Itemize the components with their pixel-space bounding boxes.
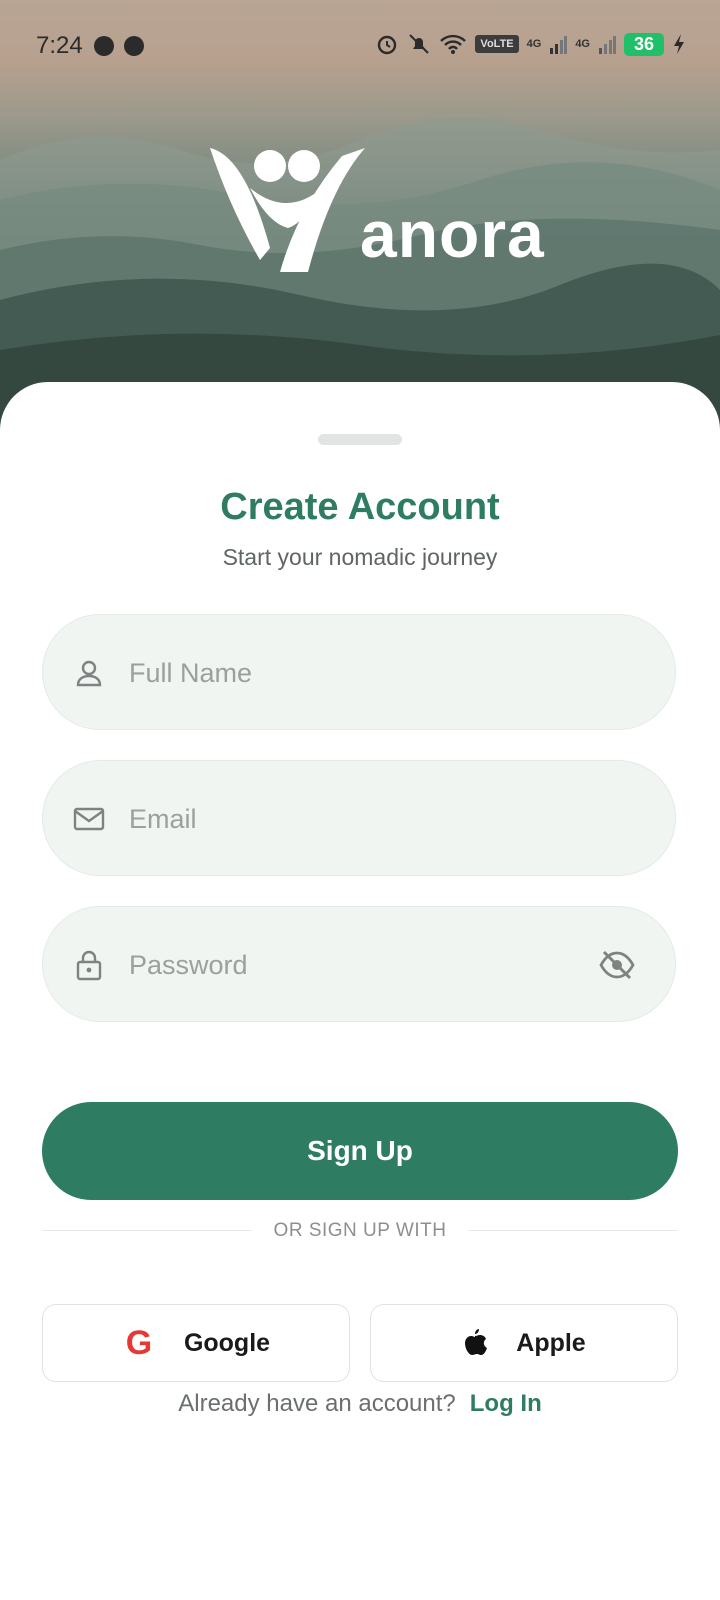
signal-bars-icon (599, 36, 616, 54)
person-icon (76, 660, 102, 687)
wifi-icon (440, 34, 467, 54)
log-in-link[interactable]: Log In (470, 1390, 542, 1417)
apple-label: Apple (516, 1328, 586, 1357)
bell-off-icon (409, 34, 430, 54)
mail-icon (73, 807, 105, 831)
messenger-icon (124, 36, 144, 56)
volte-badge: VoLTE (475, 35, 519, 53)
google-icon: G (125, 1323, 153, 1362)
page-subtitle: Start your nomadic journey (222, 544, 498, 570)
lock-icon (76, 950, 102, 981)
apple-icon (465, 1329, 488, 1355)
email-field[interactable] (42, 760, 676, 877)
brand-name: anora (360, 197, 545, 271)
google-label: Google (183, 1328, 271, 1357)
charging-icon (674, 34, 684, 54)
password-field[interactable] (42, 906, 676, 1023)
google-button[interactable]: G Google (42, 1304, 350, 1382)
page-title: Create Account (220, 486, 500, 528)
app-logo: anora (210, 148, 550, 272)
signup-sheet: Create Account Start your nomadic journe… (0, 382, 720, 1600)
logo-mark-icon (210, 148, 365, 272)
password-input[interactable] (127, 907, 581, 1023)
signal-2-label: 4G (575, 38, 590, 50)
login-prompt: Already have an account? Log In (0, 1390, 720, 1418)
divider-text: OR SIGN UP WITH (273, 1220, 447, 1241)
apple-button[interactable]: Apple (370, 1304, 678, 1382)
signal-1-label: 4G (526, 38, 542, 50)
hero-background: 7:24 VoLTE 4G 4G 36 anora (0, 0, 720, 440)
signal-bars-icon (550, 36, 568, 54)
battery-level: 36 (624, 32, 664, 56)
login-prompt-text: Already have an account? (178, 1390, 456, 1417)
status-bar: 7:24 VoLTE 4G 4G 36 (0, 0, 720, 94)
alarm-icon (378, 35, 397, 55)
eye-off-icon[interactable] (599, 949, 635, 981)
email-input[interactable] (127, 761, 581, 877)
sign-up-button[interactable]: Sign Up (42, 1102, 678, 1200)
full-name-input[interactable] (127, 615, 581, 731)
chat-bubble-icon (94, 36, 114, 56)
full-name-field[interactable] (42, 614, 676, 731)
status-time: 7:24 (36, 32, 83, 59)
drag-handle[interactable] (318, 434, 402, 445)
or-divider: OR SIGN UP WITH (42, 1208, 678, 1252)
